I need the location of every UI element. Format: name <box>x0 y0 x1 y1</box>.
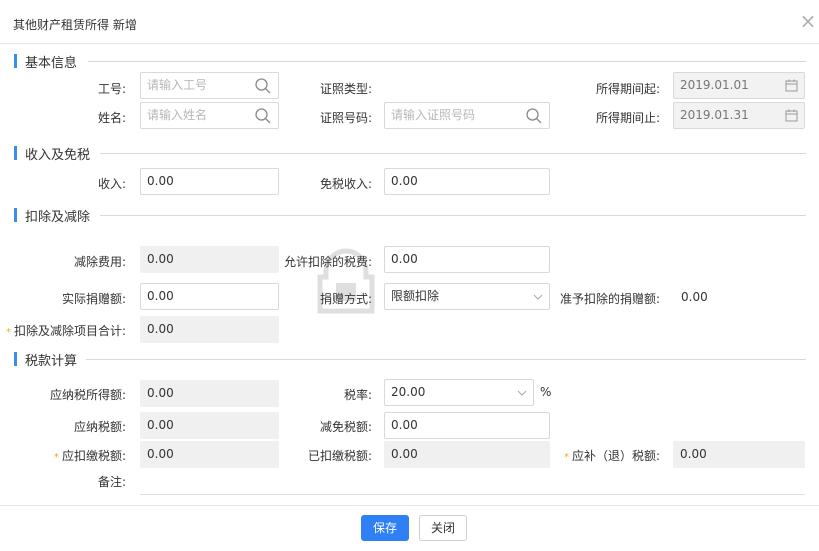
required-mark: * <box>5 327 11 338</box>
section-divider <box>100 153 806 154</box>
section-divider <box>88 61 806 62</box>
tax-payable-input: 0.00 <box>140 412 279 439</box>
employee-id-input[interactable]: 请输入工号 <box>140 72 279 99</box>
section-accent-bar <box>14 146 17 160</box>
section-basic-header: 基本信息 <box>14 53 78 71</box>
name-label: 姓名: <box>97 111 126 125</box>
tax-withhold-text: 应扣缴税额: <box>61 449 126 463</box>
income-label: 收入: <box>97 177 126 191</box>
donation-method-value: 限额扣除 <box>391 289 440 303</box>
period-start-label: 所得期间起: <box>595 82 660 96</box>
section-income-header: 收入及免税 <box>14 145 91 163</box>
tax-payable-label: 应纳税额: <box>73 420 126 434</box>
dialog-title-bar: 其他财产租赁所得 新增 × <box>0 0 819 44</box>
dialog-title: 其他财产租赁所得 新增 <box>13 18 137 32</box>
section-accent-bar <box>14 54 17 68</box>
calendar-icon[interactable] <box>785 109 798 122</box>
period-start-input[interactable]: 2019.01.01 <box>673 72 805 99</box>
search-icon[interactable] <box>525 107 543 125</box>
donation-method-label: 捐赠方式: <box>319 292 372 306</box>
approved-donation-label: 准予扣除的捐赠额: <box>559 292 660 306</box>
period-start-value: 2019.01.01 <box>680 78 749 92</box>
name-placeholder: 请输入姓名 <box>147 108 208 122</box>
donation-label: 实际捐赠额: <box>61 292 126 306</box>
section-divider <box>100 215 806 216</box>
chevron-down-icon <box>517 390 527 396</box>
close-icon[interactable]: × <box>797 10 819 32</box>
id-number-placeholder: 请输入证照号码 <box>391 108 476 122</box>
section-divider <box>86 359 806 360</box>
taxable-income-label: 应纳税所得额: <box>49 388 126 402</box>
tax-relief-input[interactable]: 0.00 <box>384 412 550 439</box>
section-title-income: 收入及免税 <box>25 147 91 163</box>
section-accent-bar <box>14 352 17 366</box>
section-title-tax: 税款计算 <box>25 353 78 369</box>
search-icon[interactable] <box>254 107 272 125</box>
exempt-income-label: 免税收入: <box>319 177 372 191</box>
tax-rate-value: 20.00 <box>391 385 426 399</box>
chevron-down-icon <box>533 294 543 300</box>
reduce-fee-input: 0.00 <box>140 246 279 273</box>
close-button[interactable]: 关闭 <box>419 515 467 541</box>
tax-rate-unit: % <box>540 385 552 399</box>
name-input[interactable]: 请输入姓名 <box>140 102 279 129</box>
period-end-input[interactable]: 2019.01.31 <box>673 102 805 129</box>
deduction-total-input: 0.00 <box>140 316 279 343</box>
id-number-label: 证照号码: <box>319 111 372 125</box>
deduction-total-text: 扣除及减除项目合计: <box>13 324 126 338</box>
tax-withhold-label: * 应扣缴税额: <box>40 447 126 464</box>
tax-refund-label: * 应补（退）税额: <box>556 447 660 464</box>
calendar-icon[interactable] <box>785 79 798 92</box>
remark-label: 备注: <box>97 475 126 489</box>
tax-refund-text: 应补（退）税额: <box>571 449 660 463</box>
section-deduction-header: 扣除及减除 <box>14 207 91 225</box>
reduce-fee-label: 减除费用: <box>73 255 126 269</box>
tax-refund-input: 0.00 <box>673 441 805 468</box>
tax-paid-input: 0.00 <box>384 441 550 468</box>
tax-withhold-input: 0.00 <box>140 441 279 468</box>
tax-paid-label: 已扣缴税额: <box>307 449 372 463</box>
id-type-label: 证照类型: <box>319 82 372 96</box>
tax-rate-label: 税率: <box>343 388 372 402</box>
footer-divider <box>0 505 819 506</box>
save-button[interactable]: 保存 <box>361 515 409 541</box>
required-mark: * <box>53 452 59 463</box>
section-tax-header: 税款计算 <box>14 351 78 369</box>
allowed-tax-label: 允许扣除的税费: <box>283 255 372 269</box>
allowed-tax-input[interactable]: 0.00 <box>384 246 550 273</box>
taxable-income-input: 0.00 <box>140 380 279 407</box>
remark-input[interactable] <box>140 494 805 495</box>
donation-input[interactable]: 0.00 <box>140 283 279 310</box>
section-accent-bar <box>14 208 17 222</box>
exempt-income-input[interactable]: 0.00 <box>384 168 550 195</box>
employee-id-placeholder: 请输入工号 <box>147 78 208 92</box>
search-icon[interactable] <box>254 77 272 95</box>
income-input[interactable]: 0.00 <box>140 168 279 195</box>
tax-rate-select[interactable]: 20.00 <box>384 379 534 406</box>
section-title-deduction: 扣除及减除 <box>25 209 91 225</box>
employee-id-label: 工号: <box>97 82 126 96</box>
deduction-total-label: * 扣除及减除项目合计: <box>4 322 126 339</box>
required-mark: * <box>563 452 569 463</box>
donation-method-select[interactable]: 限额扣除 <box>384 283 550 310</box>
period-end-label: 所得期间止: <box>595 111 660 125</box>
section-title-basic: 基本信息 <box>25 55 78 71</box>
approved-donation-value: 0.00 <box>681 290 708 304</box>
period-end-value: 2019.01.31 <box>680 108 749 122</box>
id-number-input[interactable]: 请输入证照号码 <box>384 102 550 129</box>
tax-relief-label: 减免税额: <box>319 420 372 434</box>
